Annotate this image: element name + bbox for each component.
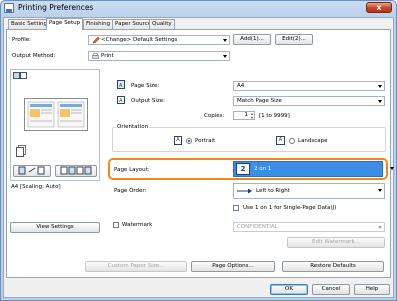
profile-value: <Change> Default Settings xyxy=(101,37,178,43)
single-page-data-checkbox[interactable] xyxy=(233,205,239,211)
preview-mode-icon[interactable] xyxy=(13,72,27,79)
page-order-select[interactable]: Left to Right xyxy=(233,183,385,199)
copies-stepper[interactable]: 1 xyxy=(233,111,255,120)
pencil-icon xyxy=(92,37,100,44)
close-button[interactable]: x xyxy=(366,2,392,13)
landscape-icon: A xyxy=(276,136,285,145)
portrait-label[interactable]: Portrait xyxy=(195,138,215,144)
preview-layout-button-2[interactable] xyxy=(55,165,97,177)
single-page-data-label[interactable]: Use 1 on 1 for Single-Page Data(J) xyxy=(243,205,336,211)
portrait-icon: A xyxy=(174,136,182,145)
chevron-down-icon xyxy=(378,226,382,229)
output-size-value: Match Page Size xyxy=(237,98,282,104)
help-button[interactable]: Help xyxy=(354,284,390,295)
chevron-down-icon xyxy=(223,39,227,42)
page-order-label: Page Order: xyxy=(114,188,147,194)
page-size-value: A4 xyxy=(237,83,245,89)
decrement-arrow-icon[interactable] xyxy=(251,117,253,119)
chevron-down-icon xyxy=(378,100,382,103)
output-size-icon: A xyxy=(117,95,126,105)
custom-paper-size-button[interactable]: Custom Paper Size... xyxy=(85,261,187,272)
page-size-select[interactable]: A4 xyxy=(233,81,385,91)
tab-quality[interactable]: Quality xyxy=(149,19,175,29)
page-order-value: Left to Right xyxy=(256,188,290,194)
page-layout-label: Page Layout: xyxy=(114,167,150,173)
page-layout-icon: 2 xyxy=(236,163,250,175)
printer-icon xyxy=(4,3,14,13)
watermark-select[interactable]: CONFIDENTIAL xyxy=(233,222,385,232)
copies-value: 1 xyxy=(244,112,249,118)
preview-caption: A4 [Scaling: Auto] xyxy=(11,184,61,190)
view-settings-button[interactable]: View Settings xyxy=(10,222,100,233)
chevron-down-icon xyxy=(223,55,227,58)
edit-watermark-button[interactable]: Edit Watermark... xyxy=(287,237,385,248)
booklet-layout-icon xyxy=(60,166,92,175)
watermark-label[interactable]: Watermark xyxy=(122,222,152,228)
landscape-label[interactable]: Landscape xyxy=(298,138,328,144)
increment-arrow-icon[interactable] xyxy=(251,113,253,115)
chevron-down-icon xyxy=(390,167,394,170)
page-size-label: Page Size: xyxy=(131,83,160,89)
restore-defaults-button[interactable]: Restore Defaults xyxy=(282,261,384,272)
copies-label: Copies: xyxy=(204,113,225,119)
tab-finishing[interactable]: Finishing xyxy=(83,19,114,29)
title-bar: Printing Preferences x xyxy=(0,0,397,17)
profile-select[interactable]: <Change> Default Settings xyxy=(88,35,230,45)
preview-sheet xyxy=(24,98,88,131)
svg-text:A: A xyxy=(119,98,123,104)
chevron-down-icon xyxy=(378,189,382,192)
print-icon xyxy=(92,53,99,59)
svg-text:A: A xyxy=(119,83,123,89)
watermark-checkbox[interactable] xyxy=(113,222,119,228)
add-profile-button[interactable]: Add(1)... xyxy=(233,34,271,45)
page-options-button[interactable]: Page Options... xyxy=(191,261,275,272)
output-method-label: Output Method: xyxy=(12,53,56,59)
ok-button[interactable]: OK xyxy=(270,284,308,295)
landscape-radio[interactable] xyxy=(289,138,295,144)
two-on-one-preview-graphic xyxy=(27,101,85,128)
tab-paper-source[interactable]: Paper Source xyxy=(112,19,155,29)
arrow-right-icon xyxy=(237,188,252,194)
page-layout-icon xyxy=(18,166,45,175)
page-layout-value: 2 on 1 xyxy=(254,166,272,172)
edit-profile-button[interactable]: Edit(2)... xyxy=(275,34,313,45)
copies-range: [1 to 9999] xyxy=(259,113,290,119)
output-method-select[interactable]: Print xyxy=(88,51,230,61)
output-method-value: Print xyxy=(101,53,114,59)
cancel-button[interactable]: Cancel xyxy=(312,284,350,295)
chevron-down-icon xyxy=(378,85,382,88)
window-title: Printing Preferences xyxy=(18,3,94,12)
page-size-icon: A xyxy=(117,80,126,90)
preview-layout-button-1[interactable] xyxy=(13,165,51,177)
output-size-label: Output Size: xyxy=(131,98,165,104)
tab-page-setup[interactable]: Page Setup xyxy=(46,18,84,30)
page-layout-select[interactable]: 2 2 on 1 xyxy=(233,161,394,177)
document-stack-icon xyxy=(16,145,26,157)
orientation-label: Orientation xyxy=(116,124,150,130)
portrait-radio[interactable] xyxy=(186,138,192,144)
output-size-select[interactable]: Match Page Size xyxy=(233,96,385,106)
orientation-group xyxy=(112,127,386,152)
profile-label: Profile: xyxy=(12,37,31,43)
watermark-value: CONFIDENTIAL xyxy=(237,224,278,230)
